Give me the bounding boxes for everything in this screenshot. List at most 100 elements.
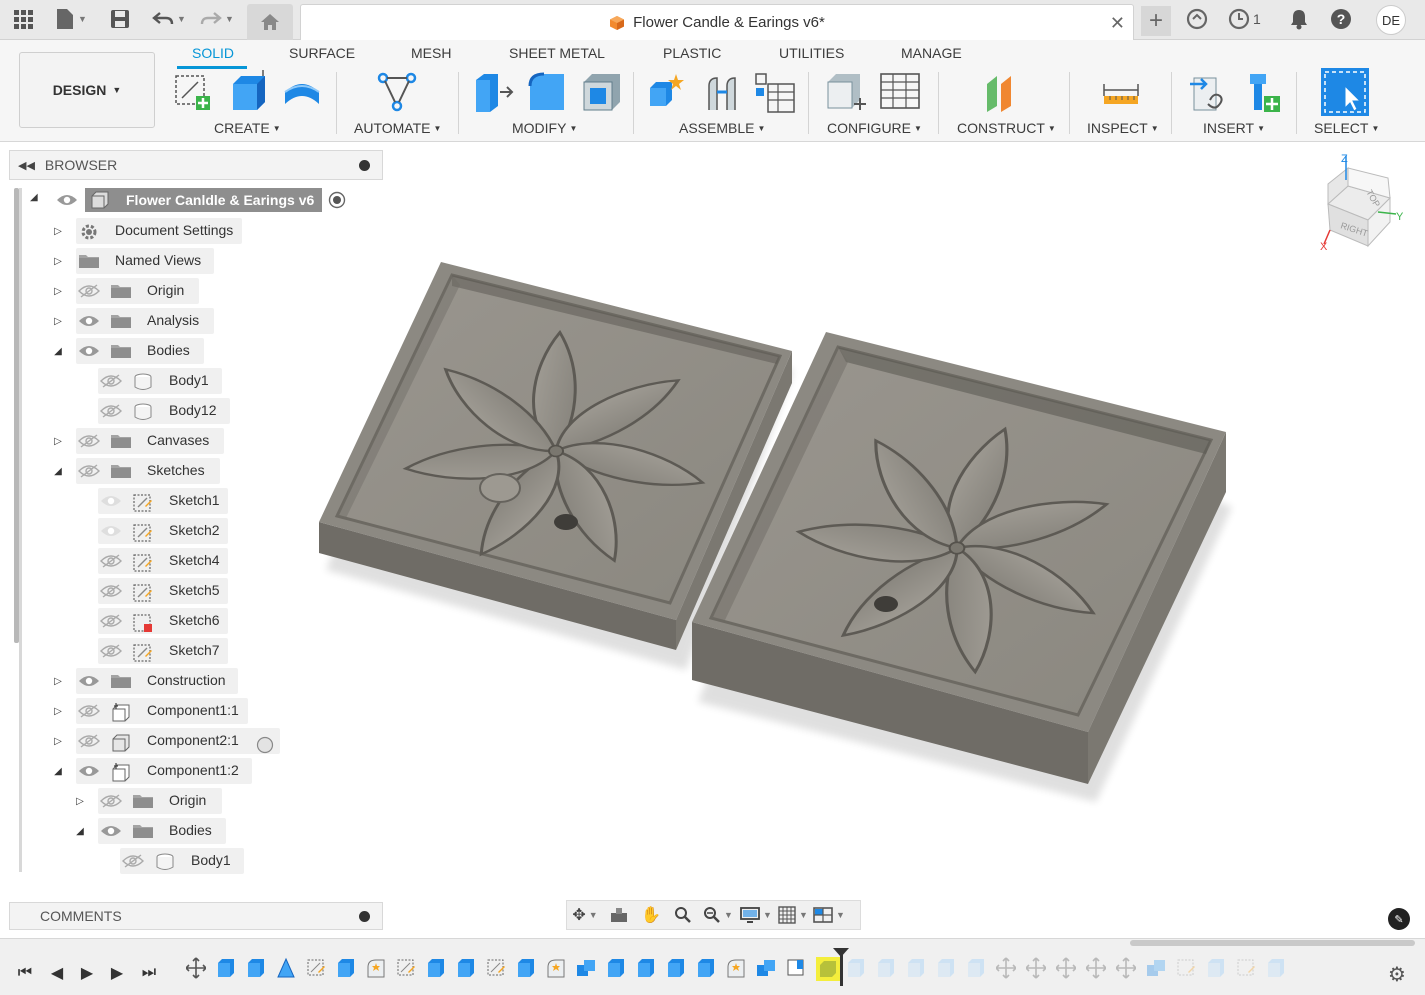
fillet-icon[interactable] — [526, 70, 568, 114]
eye-hidden-icon[interactable] — [100, 583, 122, 599]
extrude-feature-icon[interactable] — [246, 957, 266, 979]
expand-toggle-icon[interactable]: ▷ — [74, 788, 86, 814]
offset-plane-icon[interactable] — [983, 70, 1025, 114]
inspect-menu[interactable]: INSPECT ▼ — [1087, 120, 1159, 136]
automate-menu[interactable]: AUTOMATE ▼ — [354, 120, 441, 136]
extrude-feature-icon[interactable] — [516, 957, 536, 979]
timeline-play-icon[interactable]: ▶ — [76, 960, 98, 986]
suppressed-feature-icon[interactable] — [966, 957, 986, 979]
combine-feature-icon[interactable] — [756, 957, 776, 979]
move-feature-icon[interactable] — [1085, 957, 1107, 979]
eye-hidden-icon[interactable] — [100, 403, 122, 419]
extrude-feature-icon[interactable] — [456, 957, 476, 979]
combine-feature-icon[interactable] — [576, 957, 596, 979]
save-icon[interactable] — [110, 8, 130, 30]
job-status-button[interactable]: 1 — [1228, 8, 1261, 30]
pan-button[interactable]: ✋ — [635, 901, 667, 929]
sketch-feature-icon[interactable] — [786, 957, 806, 979]
eye-hidden-icon[interactable] — [100, 553, 122, 569]
expand-toggle-icon[interactable]: ▷ — [52, 248, 64, 274]
extrude-feature-icon[interactable] — [666, 957, 686, 979]
notifications-bell-icon[interactable] — [1289, 8, 1309, 30]
undo-icon[interactable]: ▼ — [152, 8, 186, 30]
extensions-icon[interactable] — [1186, 8, 1208, 30]
expand-toggle-icon[interactable]: ▷ — [52, 308, 64, 334]
tab-surface[interactable]: SURFACE — [289, 45, 355, 61]
suppressed-feature-icon[interactable] — [906, 957, 926, 979]
timeline-last-icon[interactable]: ⏭ — [138, 960, 160, 986]
joint-icon[interactable] — [701, 70, 743, 114]
extrude-feature-icon[interactable] — [336, 957, 356, 979]
collapse-toggle-icon[interactable]: ◢ — [52, 338, 64, 364]
zoom-button[interactable] — [667, 901, 699, 929]
extrude-feature-icon[interactable] — [636, 957, 656, 979]
timeline-marker[interactable] — [840, 950, 843, 986]
orbit-tool-button[interactable]: ✥ ▼ — [567, 901, 603, 929]
collapse-toggle-icon[interactable]: ◢ — [74, 818, 86, 844]
insert-derive-icon[interactable] — [1188, 70, 1230, 114]
suppressed-sketch-feature-icon[interactable] — [1176, 957, 1196, 979]
data-panel-grid-icon[interactable] — [12, 8, 34, 30]
suppressed-feature-icon[interactable] — [1206, 957, 1226, 979]
eye-hidden-icon[interactable] — [100, 373, 122, 389]
look-at-button[interactable] — [603, 901, 635, 929]
suppressed-feature-icon[interactable] — [876, 957, 896, 979]
combine-feature-icon[interactable] — [1146, 957, 1166, 979]
revolve-icon[interactable] — [281, 70, 323, 114]
expand-toggle-icon[interactable]: ▷ — [52, 728, 64, 754]
tab-sheet-metal[interactable]: SHEET METAL — [509, 45, 605, 61]
zoom-window-button[interactable]: ▼ — [699, 901, 737, 929]
loft-feature-icon[interactable] — [276, 957, 296, 979]
configuration-table-icon[interactable] — [879, 70, 921, 114]
comments-panel-header[interactable]: COMMENTS — [9, 902, 383, 930]
insert-mcmaster-icon[interactable] — [1242, 70, 1284, 114]
create-sketch-icon[interactable] — [172, 70, 214, 114]
root-expand-toggle[interactable]: ◢ — [30, 192, 38, 203]
eye-hidden-icon[interactable] — [100, 793, 122, 809]
expand-toggle-icon[interactable]: ▷ — [52, 428, 64, 454]
eye-hidden-icon[interactable] — [78, 463, 100, 479]
3d-viewport[interactable] — [300, 150, 1425, 890]
eye-hidden-icon[interactable] — [78, 733, 100, 749]
fillet-feature-icon[interactable] — [366, 957, 386, 979]
eye-icon[interactable] — [100, 823, 122, 839]
workspace-switcher[interactable]: DESIGN ▼ — [19, 52, 155, 128]
create-menu[interactable]: CREATE ▼ — [214, 120, 281, 136]
select-menu[interactable]: SELECT ▼ — [1314, 120, 1379, 136]
document-tab[interactable]: Flower Candle & Earings v6* ✕ — [300, 4, 1134, 40]
collapse-toggle-icon[interactable]: ◢ — [52, 458, 64, 484]
eye-icon[interactable] — [78, 343, 100, 359]
redo-icon[interactable]: ▼ — [200, 8, 234, 30]
shell-icon[interactable] — [580, 70, 622, 114]
tab-utilities[interactable]: UTILITIES — [779, 45, 844, 61]
suppressed-sketch-feature-icon[interactable] — [1236, 957, 1256, 979]
assemble-menu[interactable]: ASSEMBLE ▼ — [679, 120, 765, 136]
tab-plastic[interactable]: PLASTIC — [663, 45, 721, 61]
construct-menu[interactable]: CONSTRUCT ▼ — [957, 120, 1056, 136]
eye-hidden-icon[interactable] — [78, 283, 100, 299]
automate-icon[interactable] — [375, 70, 417, 114]
home-button[interactable] — [247, 4, 293, 40]
timeline-settings-gear-icon[interactable]: ⚙ — [1388, 962, 1406, 987]
extrude-icon[interactable] — [227, 70, 269, 114]
configure-menu[interactable]: CONFIGURE ▼ — [827, 120, 922, 136]
bill-of-materials-icon[interactable] — [754, 70, 796, 114]
suppressed-feature-icon[interactable] — [1266, 957, 1286, 979]
eye-hidden-icon[interactable] — [78, 433, 100, 449]
eye-hidden-icon[interactable] — [78, 703, 100, 719]
eye-hidden-icon[interactable] — [100, 613, 122, 629]
move-feature-icon[interactable] — [1025, 957, 1047, 979]
feedback-pen-icon[interactable]: ✎ — [1388, 908, 1410, 930]
eye-icon[interactable] — [78, 763, 100, 779]
extrude-feature-icon[interactable] — [696, 957, 716, 979]
viewports-button[interactable]: ▼ — [811, 901, 847, 929]
suppressed-feature-icon[interactable] — [936, 957, 956, 979]
tab-solid[interactable]: SOLID — [192, 45, 234, 61]
extrude-feature-icon[interactable] — [216, 957, 236, 979]
eye-icon[interactable] — [78, 313, 100, 329]
expand-toggle-icon[interactable]: ▷ — [52, 698, 64, 724]
eye-hidden-icon[interactable] — [100, 523, 122, 539]
user-avatar[interactable]: DE — [1376, 5, 1406, 35]
extrude-feature-icon[interactable] — [426, 957, 446, 979]
activate-component-radio-icon[interactable] — [256, 736, 274, 754]
